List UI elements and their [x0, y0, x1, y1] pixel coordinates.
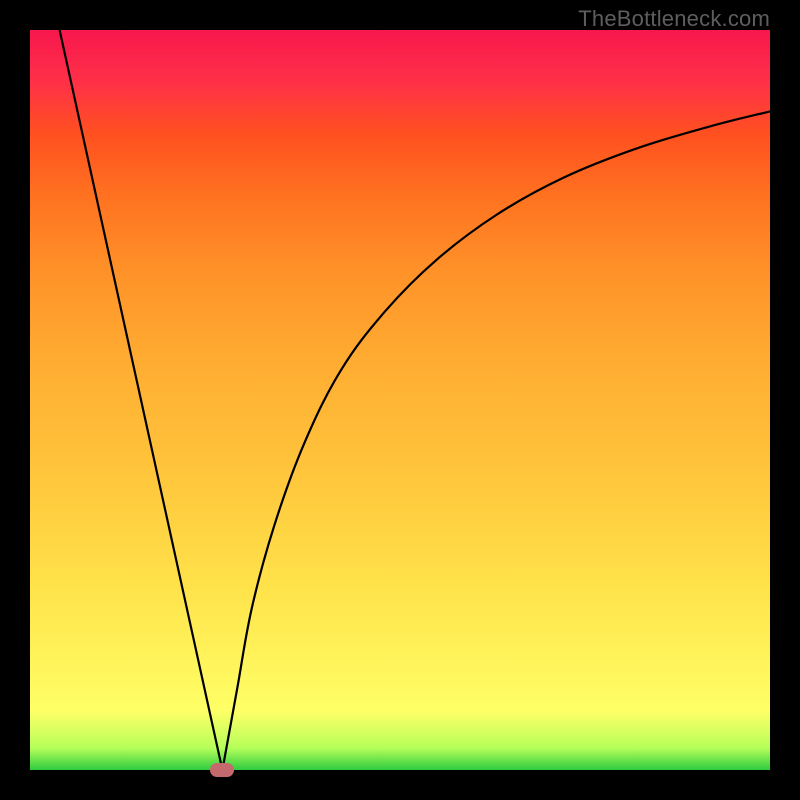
watermark-text: TheBottleneck.com — [578, 6, 770, 32]
optimal-point-marker — [210, 763, 234, 777]
bottleneck-curve — [30, 30, 770, 770]
curve-path — [60, 30, 770, 777]
plot-area — [30, 30, 770, 770]
chart-frame: TheBottleneck.com — [0, 0, 800, 800]
